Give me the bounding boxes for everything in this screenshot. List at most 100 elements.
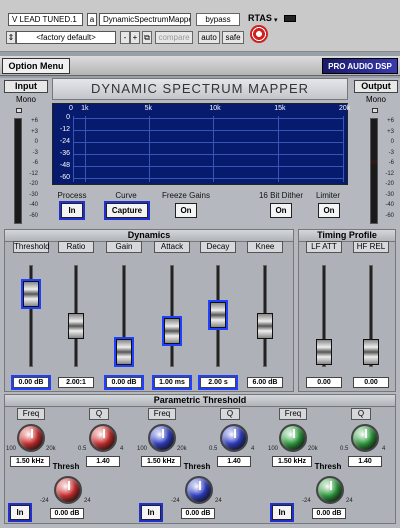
band-freq-value[interactable]: 1.50 kHz: [141, 456, 181, 467]
band-thresh-value[interactable]: 0.00 dB: [181, 508, 215, 519]
input-mono-label: Mono: [15, 95, 36, 104]
band-q-value[interactable]: 1.40: [348, 456, 382, 467]
dynamics-value-ratio[interactable]: 2.00:1: [58, 377, 94, 388]
input-scale-tick: -40: [29, 202, 38, 208]
band-freq-value[interactable]: 1.50 kHz: [10, 456, 50, 467]
band-q-knob[interactable]: [220, 424, 248, 452]
bypass-button[interactable]: bypass: [196, 13, 240, 26]
preset-arrows-icon[interactable]: ⇕: [6, 31, 16, 44]
input-scale-tick: +6: [31, 118, 38, 124]
band-freq-knob[interactable]: [279, 424, 307, 452]
timing-value-hf-rel[interactable]: 0.00: [353, 377, 389, 388]
freeze-gains-label: Freeze Gains: [161, 191, 211, 200]
graph-hline: [73, 142, 343, 143]
band-q-knob[interactable]: [89, 424, 117, 452]
preset-prev-button[interactable]: -: [120, 31, 130, 44]
dynamics-label-decay: Decay: [200, 241, 236, 253]
process-button[interactable]: In: [59, 201, 85, 220]
dynamics-value-gain[interactable]: 0.00 dB: [104, 375, 144, 390]
band-freq-min: 100: [137, 446, 148, 452]
input-scale-tick: -60: [29, 212, 38, 219]
dynamics-section: Dynamics: [4, 229, 294, 392]
band-q-value[interactable]: 1.40: [86, 456, 120, 467]
band-in-button[interactable]: In: [270, 503, 294, 522]
band-thresh-value[interactable]: 0.00 dB: [50, 508, 84, 519]
graph-vline: [343, 116, 344, 182]
plugin-title: DYNAMIC SPECTRUM MAPPER: [52, 78, 348, 100]
dynamics-fader-ratio[interactable]: [68, 313, 84, 340]
track-name[interactable]: V LEAD TUNED.1: [8, 13, 83, 26]
output-scale-tick: -6: [388, 160, 394, 166]
host-header: V LEAD TUNED.1 a DynamicSpectrumMapper b…: [0, 0, 400, 52]
dynamics-fader-gain[interactable]: [114, 337, 134, 367]
curve-button[interactable]: Capture: [104, 201, 150, 220]
band-thresh-label: Thresh: [52, 462, 80, 471]
output-title: Output: [354, 80, 398, 93]
dither-button[interactable]: On: [270, 203, 292, 218]
preset-selector[interactable]: <factory default>: [16, 31, 116, 44]
band-q-label: Q: [89, 408, 109, 420]
dynamics-value-attack[interactable]: 1.00 ms: [152, 375, 192, 390]
format-dropdown-icon[interactable]: ▾: [274, 16, 278, 24]
input-scale-tick: -30: [29, 191, 38, 198]
timing-label-lf-att: LF ATT: [306, 241, 342, 253]
dynamics-value-knee[interactable]: 6.00 dB: [247, 377, 283, 388]
graph-y-tick: -24: [59, 138, 70, 145]
band-thresh-knob[interactable]: [54, 476, 82, 504]
band-q-max: 4: [251, 446, 255, 452]
band-q-knob[interactable]: [351, 424, 379, 452]
input-scale-tick: +3: [31, 128, 38, 135]
preset-next-button[interactable]: +: [130, 31, 140, 44]
input-scale-tick: 0: [34, 139, 38, 145]
input-meter: [14, 118, 22, 224]
option-menu-button[interactable]: Option Menu: [2, 58, 70, 74]
dynamics-value-decay[interactable]: 2.00 s: [198, 375, 238, 390]
band-in-button[interactable]: In: [139, 503, 163, 522]
band-in-button[interactable]: In: [8, 503, 32, 522]
timing-fader-lf-att[interactable]: [316, 339, 332, 365]
band-thresh-min: -24: [40, 498, 49, 504]
band-freq-value[interactable]: 1.50 kHz: [272, 456, 312, 467]
auto-button[interactable]: auto: [198, 31, 220, 44]
band-thresh-max: 24: [346, 498, 353, 504]
graph-y-tick: -60: [59, 174, 70, 181]
output-meter: [370, 118, 378, 224]
band-thresh-label: Thresh: [183, 462, 211, 471]
preset-library-icon[interactable]: ⧉: [142, 31, 152, 44]
dynamics-fader-attack[interactable]: [162, 316, 182, 347]
band-thresh-value[interactable]: 0.00 dB: [312, 508, 346, 519]
timing-label-hf-rel: HF REL: [353, 241, 389, 253]
dynamics-fader-decay[interactable]: [208, 300, 228, 330]
dynamics-fader-knee[interactable]: [257, 313, 273, 340]
timing-value-lf-att[interactable]: 0.00: [306, 377, 342, 388]
band-q-value[interactable]: 1.40: [217, 456, 251, 467]
input-scale: +6 +3 0 -3 -6 -12 -20 -30 -40 -60: [22, 118, 40, 224]
curve-label: Curve: [115, 191, 137, 200]
limiter-button[interactable]: On: [318, 203, 340, 218]
band-freq-max: 20k: [46, 446, 56, 452]
graph-hline: [73, 130, 343, 131]
band-freq-knob[interactable]: [148, 424, 176, 452]
output-mono-label: Mono: [365, 95, 386, 104]
compare-button[interactable]: compare: [155, 31, 193, 44]
freeze-gains-button[interactable]: On: [175, 203, 197, 218]
dynamics-value-threshold[interactable]: 0.00 dB: [11, 375, 51, 390]
safe-button[interactable]: safe: [222, 31, 244, 44]
graph-y-tick: -36: [59, 150, 70, 157]
band-q-min: 0.5: [340, 446, 349, 452]
digidesign-logo-icon: [250, 25, 268, 43]
graph-vline: [213, 116, 215, 182]
plugin-selector[interactable]: DynamicSpectrumMapper: [99, 13, 191, 26]
timing-fader-hf-rel[interactable]: [363, 339, 379, 365]
band-thresh-knob[interactable]: [185, 476, 213, 504]
dynamics-fader-threshold[interactable]: [21, 279, 41, 310]
graph-x-tick: 5k: [144, 105, 152, 112]
band-thresh-min: -24: [171, 498, 180, 504]
band-thresh-knob[interactable]: [316, 476, 344, 504]
band-freq-max: 20k: [308, 446, 318, 452]
graph-x-tick: 15k: [274, 105, 286, 112]
graph-x-tick: 1k: [81, 105, 89, 112]
graph-x-tick: 0: [69, 105, 73, 112]
dynamics-label-knee: Knee: [247, 241, 283, 253]
band-freq-knob[interactable]: [17, 424, 45, 452]
